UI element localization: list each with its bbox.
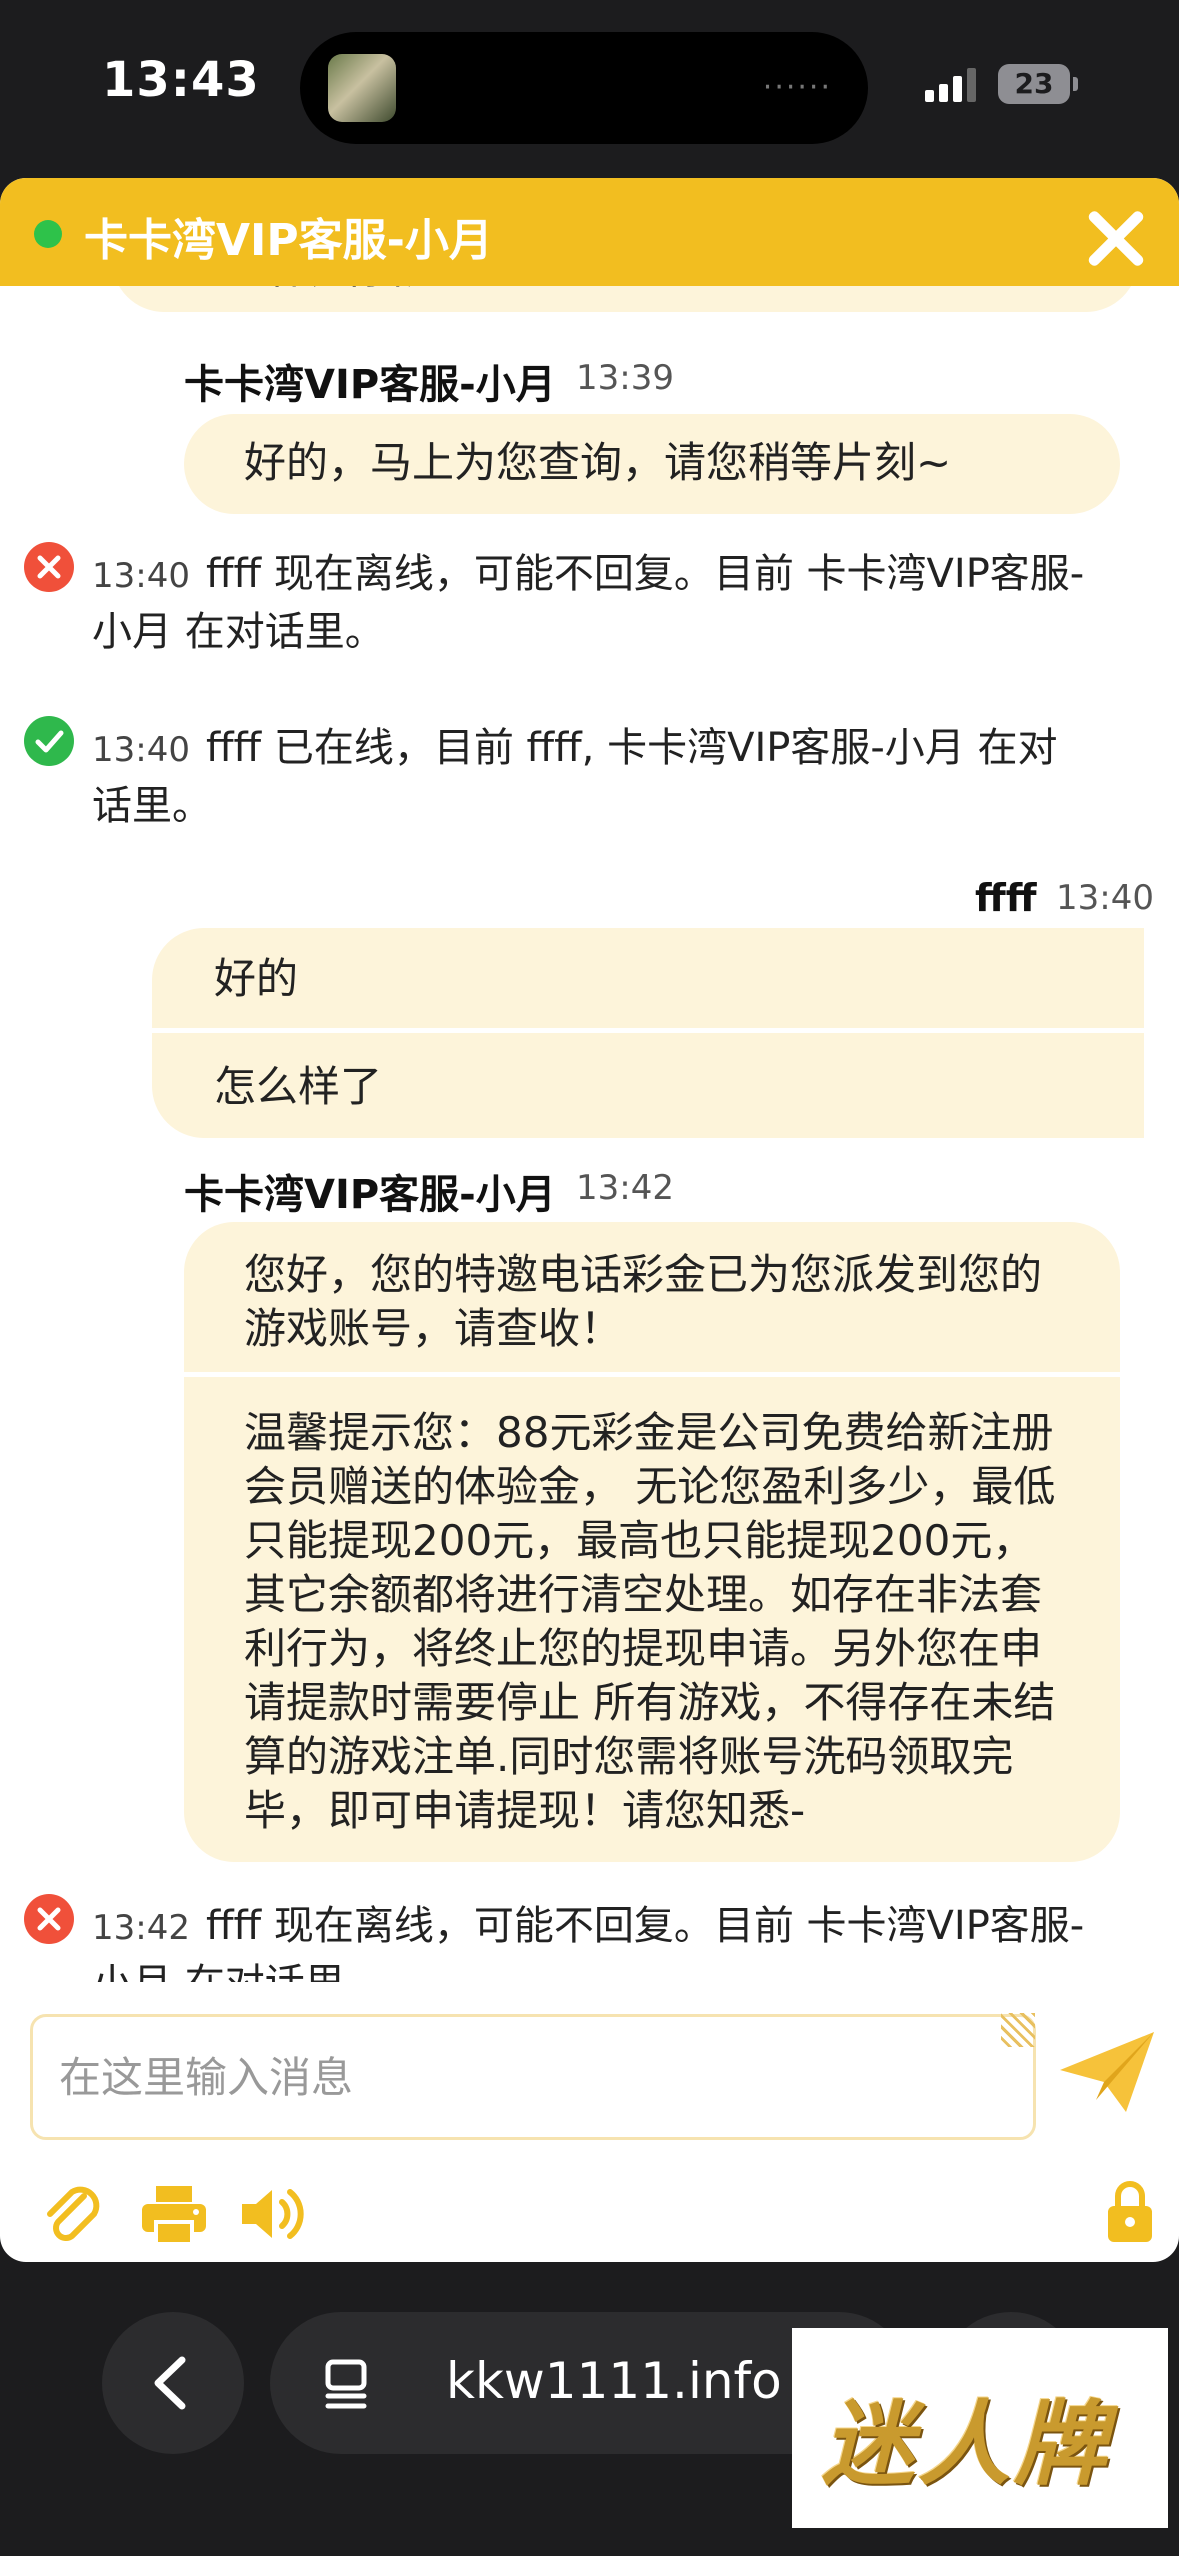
chat-panel: 卡卡湾VIP客服-小月 电话说有彩金 卡卡湾VIP客服-小月 13:39 好的，… bbox=[0, 178, 1179, 2262]
battery-cap bbox=[1073, 77, 1078, 91]
signal-icon bbox=[925, 66, 979, 102]
user-message-bubble: 好的 怎么样了 bbox=[152, 928, 1144, 1138]
system-message-text: ffff 已在线，目前 ffff, 卡卡湾VIP客服-小月 在对话里。 bbox=[92, 725, 1058, 829]
error-icon bbox=[24, 1894, 74, 1944]
message-text: 怎么样了 bbox=[214, 1062, 383, 1111]
send-icon[interactable] bbox=[1052, 2024, 1162, 2120]
status-time: 13:43 bbox=[102, 52, 260, 108]
message-text: 好的，马上为您查询，请您稍等片刻~ bbox=[244, 438, 952, 487]
success-icon bbox=[24, 716, 74, 766]
agent-message-bubble: 您好，您的特邀电话彩金已为您派发到您的游戏账号，请查收！ 温馨提示您：88元彩金… bbox=[184, 1222, 1120, 1862]
watermark-logo: 迷人牌 bbox=[792, 2328, 1168, 2528]
system-message-time: 13:42 bbox=[92, 1908, 190, 1948]
resize-handle[interactable] bbox=[1001, 2013, 1035, 2047]
message-input-box[interactable] bbox=[30, 2013, 1036, 2140]
speaker-icon[interactable] bbox=[238, 2178, 310, 2250]
error-icon bbox=[24, 542, 74, 592]
chat-header: 卡卡湾VIP客服-小月 bbox=[0, 178, 1179, 286]
partial-message-text: 电话说有彩金 bbox=[216, 286, 468, 296]
dynamic-island: ······ bbox=[300, 32, 868, 144]
message-list[interactable]: 电话说有彩金 卡卡湾VIP客服-小月 13:39 好的，马上为您查询，请您稍等片… bbox=[0, 286, 1179, 1982]
agent-name: 卡卡湾VIP客服-小月 bbox=[184, 362, 556, 408]
lock-icon[interactable] bbox=[1106, 2178, 1154, 2246]
message-text: 好的 bbox=[214, 954, 299, 1003]
close-icon[interactable] bbox=[1086, 208, 1146, 268]
message-input[interactable] bbox=[57, 2041, 1001, 2113]
message-time: 13:42 bbox=[576, 1168, 674, 1208]
system-message-time: 13:40 bbox=[92, 556, 190, 596]
system-message-time: 13:40 bbox=[92, 730, 190, 770]
system-message: 13:40 ffff 现在离线，可能不回复。目前 卡卡湾VIP客服-小月 在对话里… bbox=[92, 546, 1092, 660]
user-name: ffff bbox=[975, 876, 1037, 920]
system-message-text: ffff 现在离线，可能不回复。目前 卡卡湾VIP客服-小月 在对话里。 bbox=[92, 1903, 1085, 1982]
paperclip-icon[interactable] bbox=[38, 2178, 110, 2250]
message-time: 13:39 bbox=[576, 358, 674, 398]
tabs-icon[interactable] bbox=[320, 2356, 374, 2410]
message-text: 温馨提示您：88元彩金是公司免费给新注册会员赠送的体验金， 无论您盈利多少，最低… bbox=[244, 1408, 1056, 1835]
chat-title: 卡卡湾VIP客服-小月 bbox=[84, 215, 493, 266]
system-message-text: ffff 现在离线，可能不回复。目前 卡卡湾VIP客服-小月 在对话里。 bbox=[92, 551, 1085, 655]
url-text: kkw1111.info bbox=[446, 2352, 782, 2410]
online-status-dot bbox=[34, 220, 62, 248]
watermark-text: 迷人牌 bbox=[822, 2391, 1111, 2498]
ellipsis-icon: ······ bbox=[762, 70, 832, 105]
chevron-left-icon bbox=[154, 2356, 186, 2410]
agent-message-bubble: 好的，马上为您查询，请您稍等片刻~ bbox=[184, 414, 1120, 514]
system-message: 13:40 ffff 已在线，目前 ffff, 卡卡湾VIP客服-小月 在对话里。 bbox=[92, 720, 1092, 834]
message-text: 您好，您的特邀电话彩金已为您派发到您的游戏账号，请查收！ bbox=[244, 1250, 1043, 1353]
bubble-divider bbox=[152, 1028, 1144, 1033]
agent-name: 卡卡湾VIP客服-小月 bbox=[184, 1172, 556, 1218]
back-button[interactable] bbox=[102, 2312, 244, 2454]
agent-message-bubble-partial: 电话说有彩金 bbox=[112, 286, 1138, 312]
system-message: 13:42ffff 现在离线，可能不回复。目前 卡卡湾VIP客服-小月 在对话里… bbox=[92, 1898, 1092, 1982]
live-activity-thumbnail bbox=[328, 54, 396, 122]
message-time: 13:40 bbox=[1056, 878, 1154, 918]
printer-icon[interactable] bbox=[138, 2178, 210, 2250]
bubble-divider bbox=[184, 1372, 1120, 1377]
battery-icon: 23 bbox=[998, 64, 1070, 104]
